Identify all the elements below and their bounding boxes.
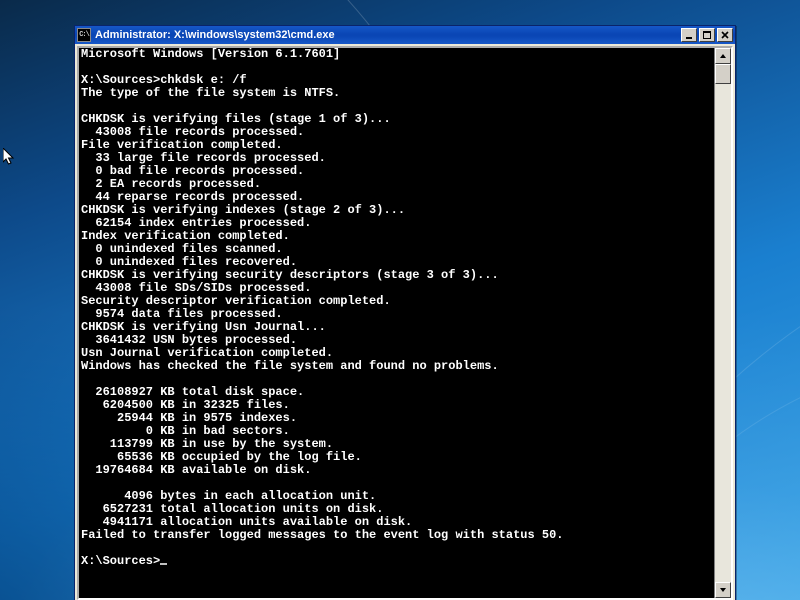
terminal-line: Windows has checked the file system and … — [81, 360, 712, 373]
terminal-line: 19764684 KB available on disk. — [81, 464, 712, 477]
maximize-button[interactable] — [699, 28, 715, 42]
titlebar[interactable]: C:\ Administrator: X:\windows\system32\c… — [75, 26, 735, 44]
scroll-thumb[interactable] — [715, 64, 731, 84]
vertical-scrollbar[interactable] — [714, 48, 731, 598]
scroll-track[interactable] — [715, 64, 731, 582]
terminal-line: Microsoft Windows [Version 6.1.7601] — [81, 48, 712, 61]
window-title: Administrator: X:\windows\system32\cmd.e… — [95, 29, 681, 41]
chevron-down-icon — [719, 586, 727, 594]
terminal-line: The type of the file system is NTFS. — [81, 87, 712, 100]
terminal-line: Failed to transfer logged messages to th… — [81, 529, 712, 542]
cmd-icon: C:\ — [77, 28, 91, 42]
window-controls — [681, 28, 733, 42]
scroll-down-button[interactable] — [715, 582, 731, 598]
cmd-icon-label: C:\ — [79, 32, 89, 39]
maximize-icon — [703, 31, 711, 39]
minimize-button[interactable] — [681, 28, 697, 42]
close-button[interactable] — [717, 28, 733, 42]
command-prompt-window[interactable]: C:\ Administrator: X:\windows\system32\c… — [74, 25, 736, 600]
scroll-up-button[interactable] — [715, 48, 731, 64]
terminal-prompt[interactable]: X:\Sources> — [81, 555, 712, 568]
terminal-line — [81, 542, 712, 555]
text-cursor — [160, 563, 167, 565]
desktop-background: C:\ Administrator: X:\windows\system32\c… — [0, 0, 800, 600]
chevron-up-icon — [719, 52, 727, 60]
terminal-output[interactable]: Microsoft Windows [Version 6.1.7601] X:\… — [79, 48, 714, 598]
client-area: Microsoft Windows [Version 6.1.7601] X:\… — [77, 46, 733, 600]
close-icon — [721, 31, 729, 39]
minimize-icon — [685, 31, 693, 39]
